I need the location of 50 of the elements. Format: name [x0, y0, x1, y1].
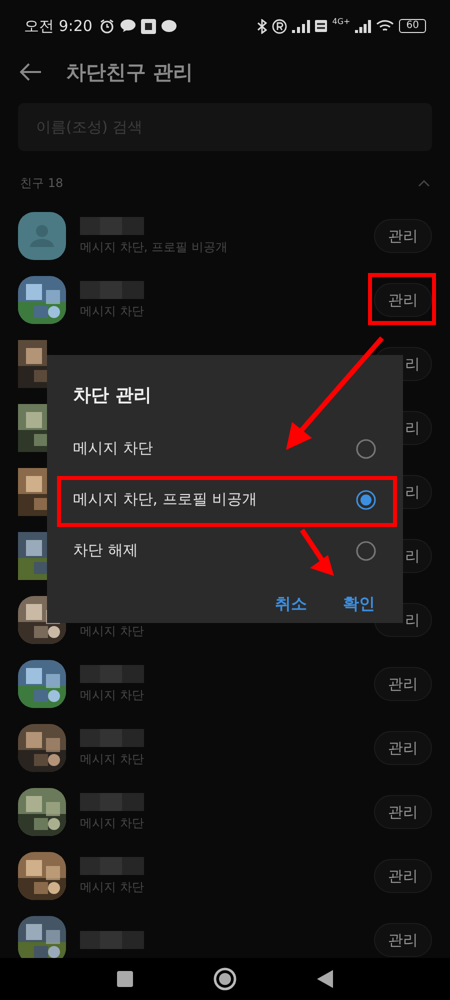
page-title: 차단친구 관리 — [66, 58, 193, 86]
manage-button[interactable]: 관리 — [374, 731, 432, 765]
cloud-icon — [161, 19, 178, 33]
blurred-name — [80, 216, 144, 234]
option-label[interactable]: 메시지 차단, 프로필 비공개 — [73, 490, 258, 509]
manage-button[interactable]: 관리 — [374, 219, 432, 253]
radio-button[interactable] — [356, 438, 376, 458]
back-icon[interactable] — [20, 63, 42, 81]
cancel-button[interactable]: 취소 — [273, 590, 309, 619]
home-icon[interactable] — [213, 967, 237, 991]
option-label[interactable]: 차단 해제 — [73, 541, 138, 560]
alarm-icon — [99, 18, 116, 34]
chat-icon — [120, 19, 136, 33]
battery-indicator: 60 — [399, 19, 426, 33]
app-icon — [141, 18, 156, 34]
back-icon[interactable] — [317, 970, 333, 988]
blurred-name — [80, 664, 144, 682]
confirm-button[interactable]: 확인 — [341, 590, 377, 619]
signal-icon — [355, 20, 372, 32]
option-label[interactable]: 메시지 차단 — [73, 439, 153, 458]
blurred-name — [80, 728, 144, 746]
volte-icon — [315, 20, 328, 32]
manage-button[interactable]: 관리 — [374, 923, 432, 957]
radio-button[interactable] — [356, 490, 376, 510]
wifi-icon — [376, 19, 394, 33]
block-status: 메시지 차단 — [80, 878, 145, 896]
block-status: 메시지 차단, 프로필 비공개 — [80, 238, 228, 256]
blurred-name — [80, 931, 144, 949]
manage-button[interactable]: 관리 — [374, 795, 432, 829]
blurred-name — [80, 280, 144, 298]
block-status: 메시지 차단 — [80, 686, 145, 704]
block-status: 메시지 차단 — [80, 302, 145, 320]
annotation-arrow — [300, 528, 334, 576]
manage-button[interactable]: 관리 — [374, 667, 432, 701]
manage-button[interactable]: 관리 — [374, 283, 432, 317]
radio-button[interactable] — [356, 540, 376, 560]
block-status: 메시지 차단 — [80, 750, 145, 768]
bluetooth-icon — [257, 18, 268, 34]
status-time: 오전 9:20 — [24, 16, 92, 36]
block-status: 메시지 차단 — [80, 814, 145, 832]
blurred-name — [80, 792, 144, 810]
section-label: 친구 18 — [20, 174, 64, 192]
dialog-title: 차단 관리 — [73, 384, 152, 407]
signal-icon — [292, 20, 310, 32]
roaming-icon — [272, 18, 288, 34]
network-type: 4G+ — [332, 17, 350, 26]
avatar-icon — [18, 212, 66, 260]
block-status: 메시지 차단 — [80, 622, 145, 640]
blurred-name — [80, 856, 144, 874]
manage-button[interactable]: 관리 — [374, 859, 432, 893]
